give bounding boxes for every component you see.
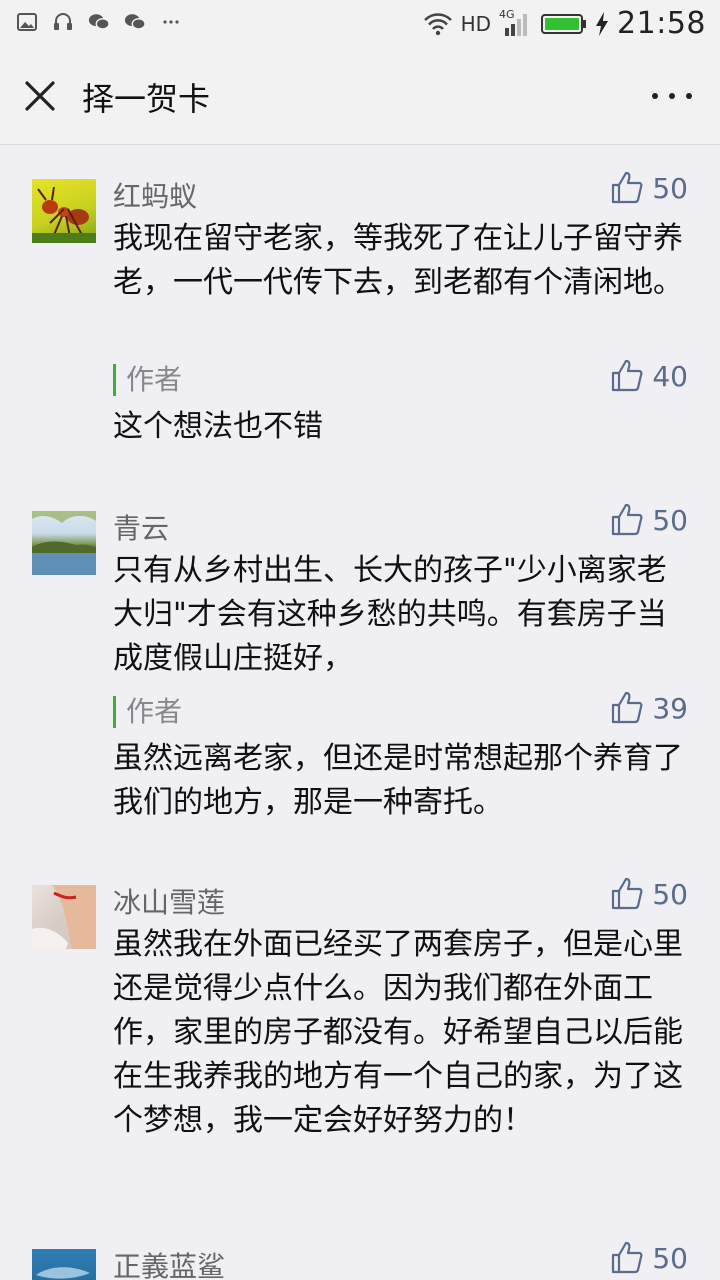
- comment-list[interactable]: 红蚂蚁 50 我现在留守老家，等我死了在让儿子留守养老，一代一代传下去，到老都有…: [0, 145, 720, 1280]
- thumbs-up-icon: [612, 359, 643, 392]
- author-reply-text: 虽然远离老家，但还是时常想起那个养育了我们的地方，那是一种寄托。: [113, 741, 683, 820]
- reply-like-button[interactable]: 39: [610, 691, 688, 725]
- like-button[interactable]: 50: [610, 1241, 688, 1275]
- like-button[interactable]: 50: [610, 503, 688, 537]
- signal-icon: 4G: [499, 8, 533, 38]
- comment-text: 虽然我在外面已经买了两套房子，但是心里还是觉得少点什么。因为我们都在外面工作，家…: [113, 927, 683, 1138]
- thumbs-up-icon: [612, 1241, 643, 1274]
- image-notification-icon: [16, 11, 38, 33]
- comment-nickname: 冰山雪莲: [113, 886, 226, 919]
- wifi-icon: [423, 12, 452, 35]
- comment-nickname: 青云: [113, 512, 170, 545]
- more-icon-dot: [686, 93, 692, 99]
- like-count: 50: [652, 877, 688, 911]
- shark-avatar-image: [36, 1267, 90, 1279]
- more-icon-dot: [652, 93, 658, 99]
- like-count: 40: [652, 359, 688, 393]
- thumbs-up-icon: [612, 877, 643, 910]
- avatar[interactable]: [32, 885, 96, 949]
- status-system: HD 4G 21:58: [423, 6, 706, 41]
- landscape-avatar-image: [32, 511, 96, 575]
- author-reply-text: 这个想法也不错: [113, 409, 323, 444]
- avatar[interactable]: [32, 511, 96, 575]
- close-button[interactable]: [20, 76, 60, 116]
- network-type: HD: [460, 11, 492, 36]
- like-button[interactable]: 50: [610, 171, 688, 205]
- author-reply-label: 作者: [113, 364, 182, 396]
- comment-text: 只有从乡村出生、长大的孩子"少小离家老大归"才会有这种乡愁的共鸣。有套房子当成度…: [113, 553, 667, 676]
- wrist-avatar-image: [32, 885, 96, 949]
- headset-notification-icon: [52, 11, 74, 33]
- wechat-notification-icon: [88, 11, 110, 33]
- like-count: 50: [652, 503, 688, 537]
- comment-text: 我现在留守老家，等我死了在让儿子留守养老，一代一代传下去，到老都有个清闲地。: [113, 221, 683, 300]
- author-reply-label: 作者: [113, 696, 182, 728]
- ant-avatar-image: [32, 186, 96, 243]
- more-notifications-icon: [160, 11, 182, 33]
- thumbs-up-icon: [612, 503, 643, 536]
- more-button[interactable]: [652, 82, 692, 110]
- page-title: 择一贺卡: [82, 80, 211, 118]
- title-bar: 择一贺卡: [0, 48, 720, 145]
- status-bar: HD 4G 21:58: [0, 0, 720, 48]
- more-icon-dot: [669, 93, 675, 99]
- thumbs-up-icon: [612, 171, 643, 204]
- reply-like-button[interactable]: 40: [610, 359, 688, 393]
- status-time: 21:58: [617, 6, 706, 41]
- status-notifications: [16, 11, 182, 33]
- battery-icon: [541, 13, 587, 34]
- close-icon: [25, 81, 55, 111]
- avatar[interactable]: [32, 179, 96, 243]
- like-count: 39: [652, 691, 688, 725]
- wechat-notification-icon-2: [124, 11, 146, 33]
- charging-icon: [596, 11, 609, 36]
- like-count: 50: [652, 1241, 688, 1275]
- avatar[interactable]: [32, 1249, 96, 1280]
- like-button[interactable]: 50: [610, 877, 688, 911]
- like-count: 50: [652, 171, 688, 205]
- thumbs-up-icon: [612, 691, 643, 724]
- comment-nickname: 红蚂蚁: [113, 180, 198, 213]
- comment-nickname: 正義蓝鲨: [113, 1250, 226, 1280]
